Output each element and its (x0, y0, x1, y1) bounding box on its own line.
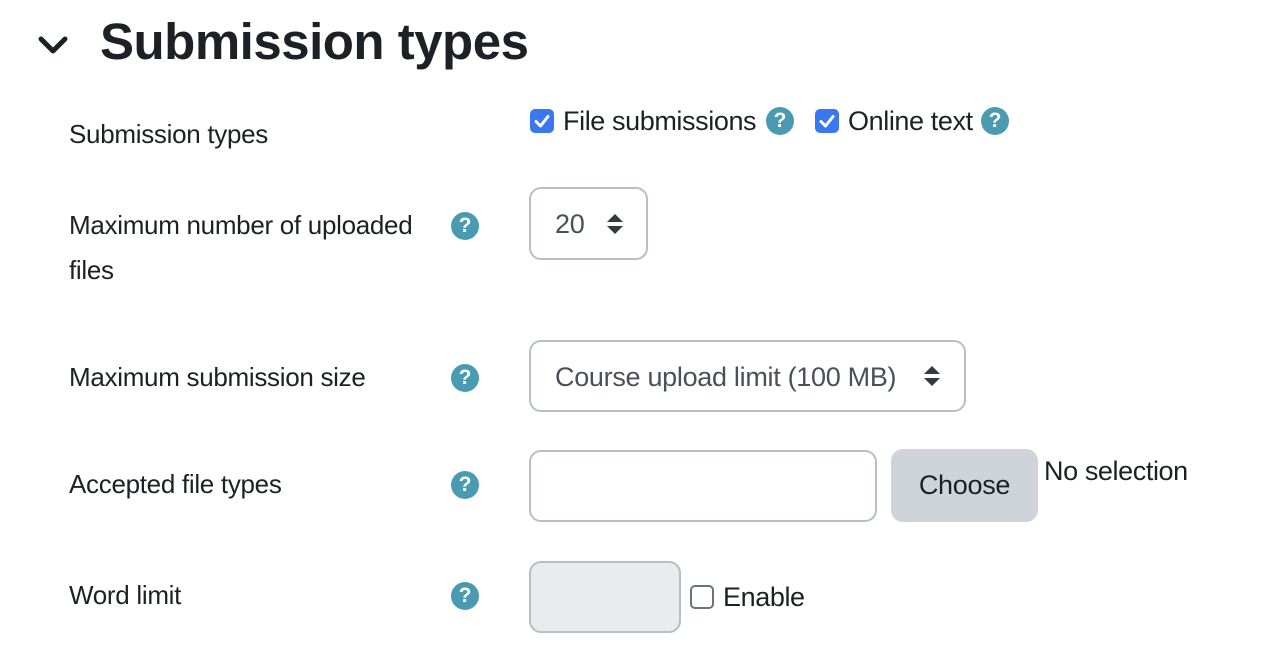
max-size-select[interactable]: Course upload limit (100 MB) (529, 340, 966, 412)
file-submissions-label[interactable]: File submissions (563, 106, 757, 137)
choose-button[interactable]: Choose (891, 449, 1038, 522)
max-files-select[interactable]: 20 (529, 187, 648, 260)
section-title[interactable]: Submission types (100, 12, 529, 71)
online-text-label[interactable]: Online text (848, 106, 973, 137)
max-files-value: 20 (555, 209, 585, 239)
online-text-checkbox[interactable] (815, 109, 839, 133)
select-updown-icon (924, 366, 940, 386)
chevron-down-icon[interactable] (36, 30, 70, 60)
help-icon[interactable]: ? (981, 107, 1009, 135)
max-size-label: Maximum submission size (69, 362, 366, 392)
max-files-label: Maximum number of uploaded (69, 210, 413, 240)
help-icon[interactable]: ? (451, 212, 479, 240)
word-limit-label: Word limit (69, 580, 182, 610)
help-icon[interactable]: ? (766, 107, 794, 135)
select-updown-icon (607, 214, 623, 234)
check-icon (819, 115, 835, 128)
word-limit-enable-checkbox[interactable] (690, 585, 714, 609)
word-limit-enable-label[interactable]: Enable (723, 582, 805, 613)
check-icon (534, 115, 550, 128)
submission-types-label: Submission types (69, 119, 268, 149)
word-limit-input[interactable] (529, 561, 681, 633)
max-size-value: Course upload limit (100 MB) (555, 362, 897, 392)
help-icon[interactable]: ? (451, 364, 479, 392)
file-types-label: Accepted file types (69, 469, 282, 499)
max-files-label-cont: files (69, 255, 114, 285)
help-icon[interactable]: ? (451, 582, 479, 610)
help-icon[interactable]: ? (451, 471, 479, 499)
file-submissions-checkbox[interactable] (530, 109, 554, 133)
file-types-input[interactable] (529, 450, 877, 522)
file-types-status: No selection (1044, 456, 1188, 486)
